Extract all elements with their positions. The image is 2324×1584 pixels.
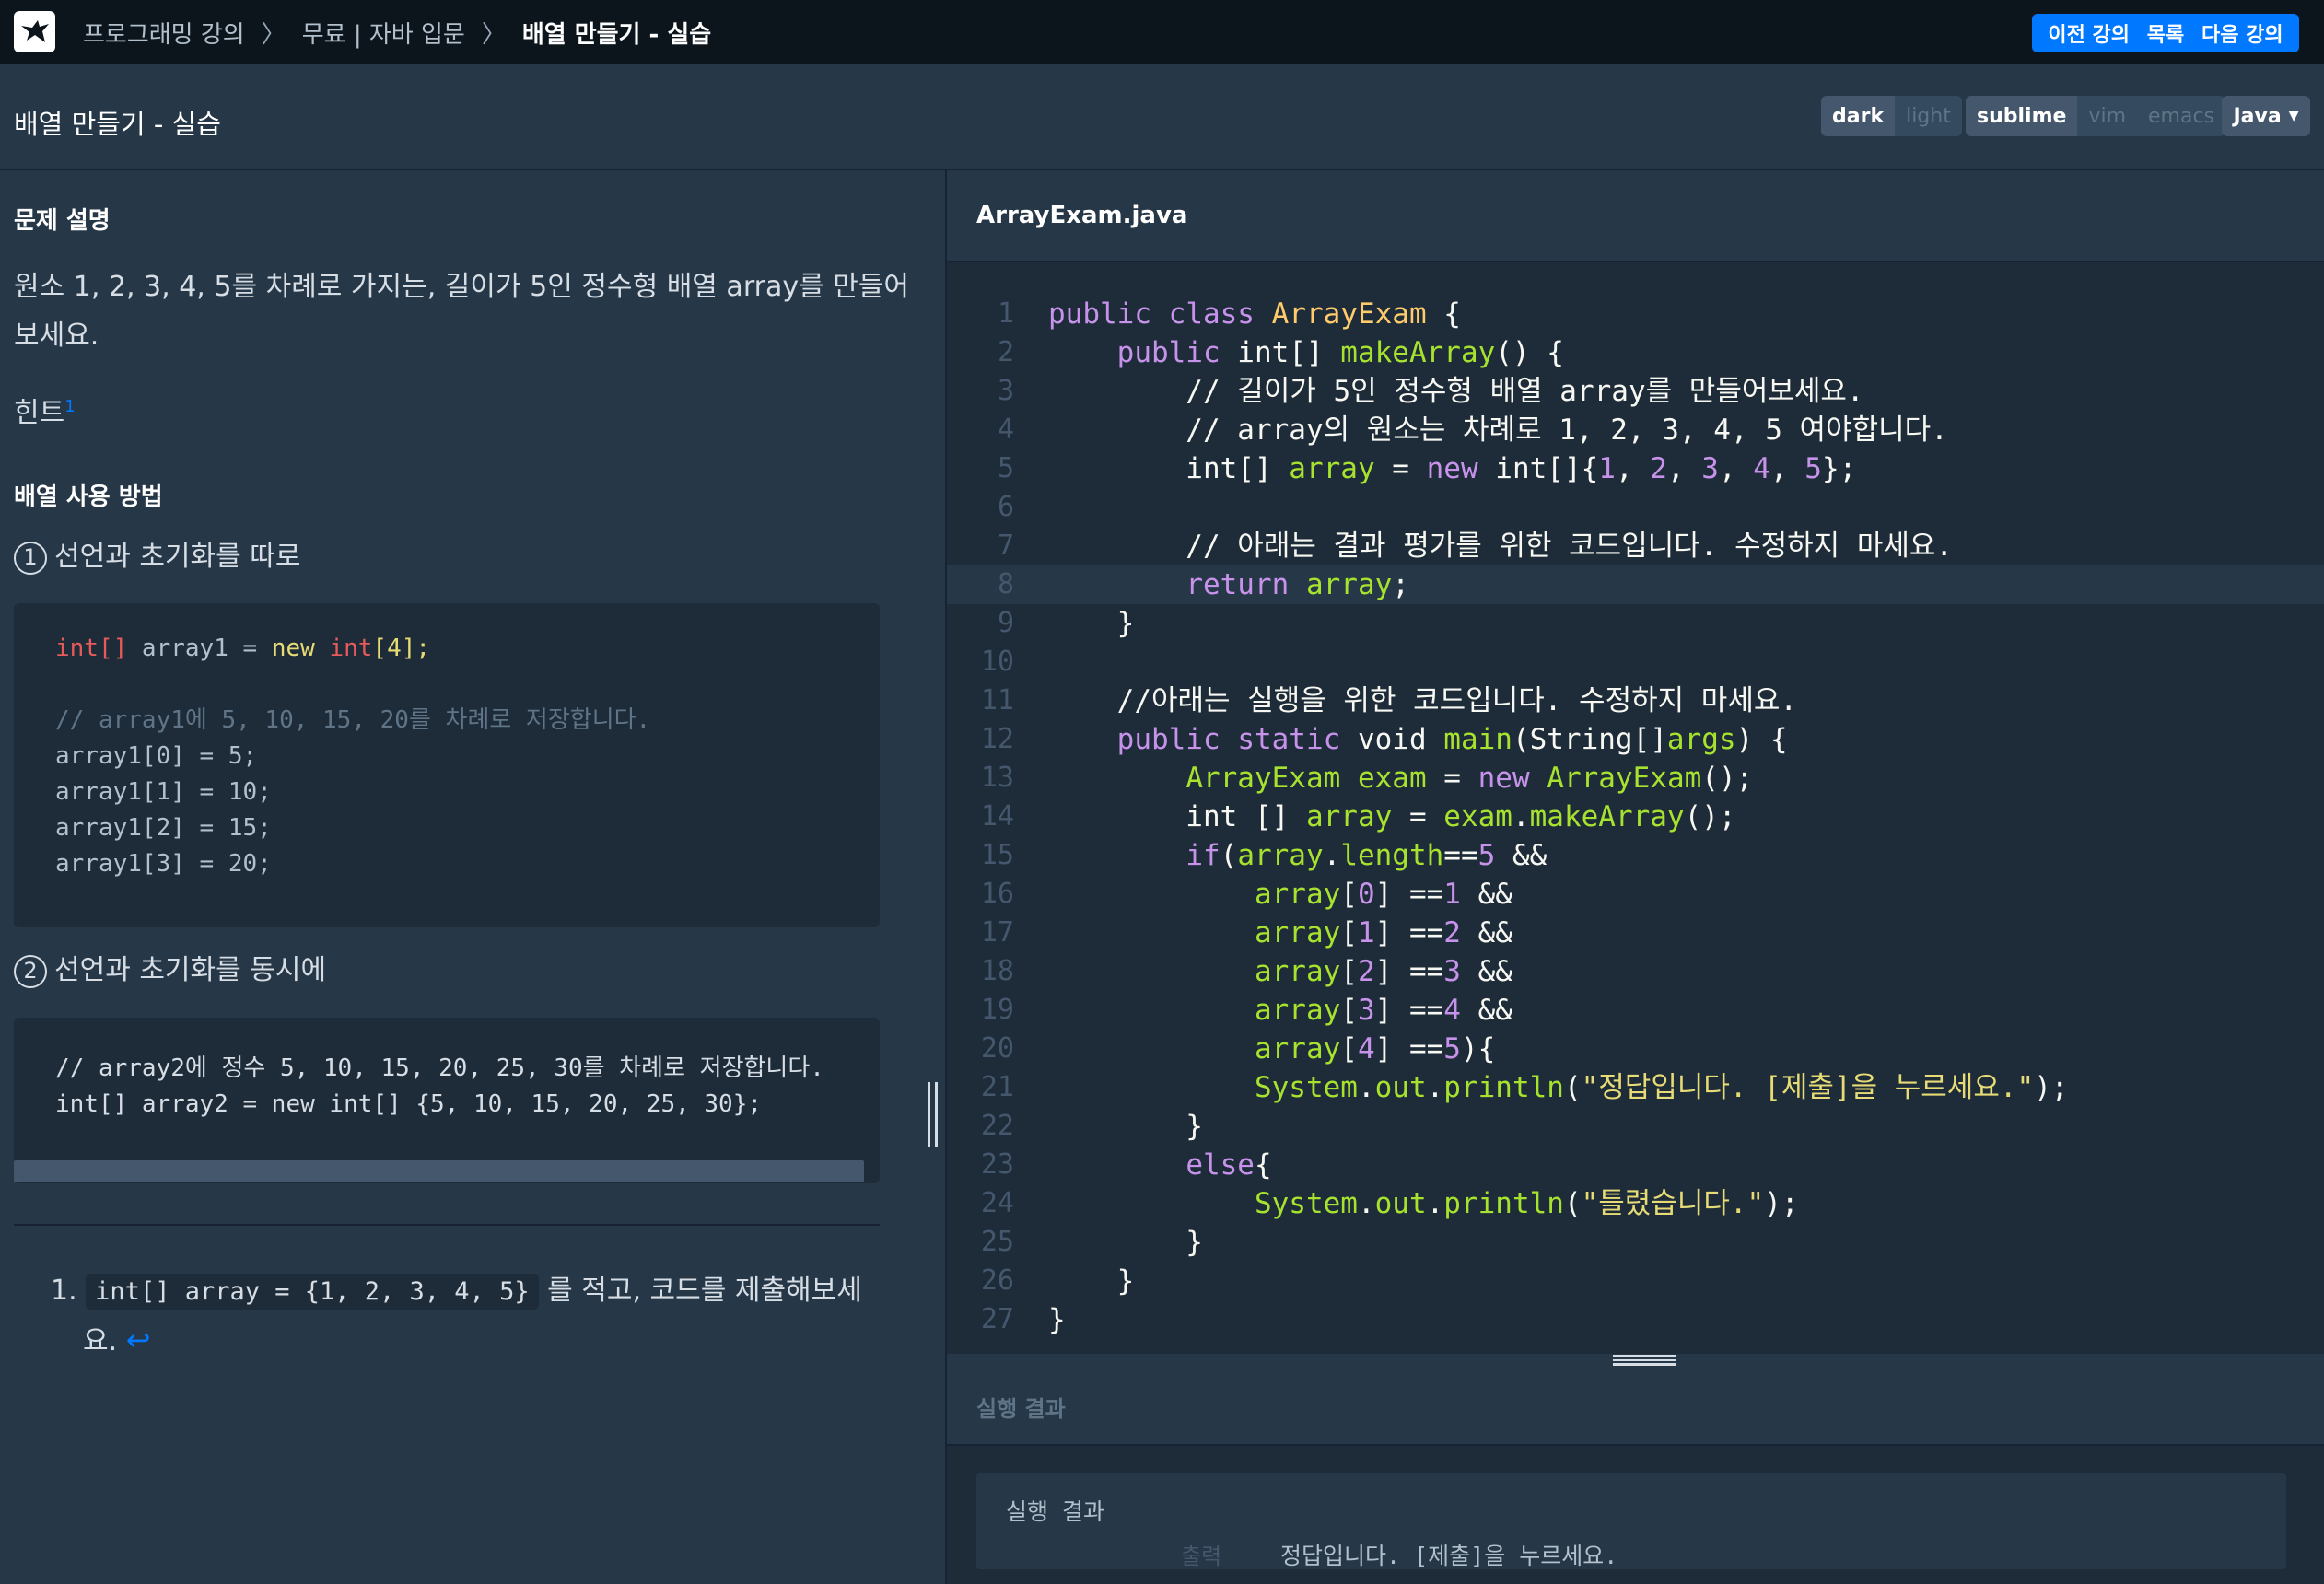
code-line: 11 //아래는 실행을 위한 코드입니다. 수정하지 마세요. xyxy=(980,684,1798,717)
editor-resize-handle[interactable] xyxy=(947,1349,2324,1377)
caret-down-icon: ▼ xyxy=(2288,109,2299,123)
step-number-badge: 1 xyxy=(14,541,47,575)
page-title: 배열 만들기 - 실습 xyxy=(14,109,221,140)
hint: 힌트1 xyxy=(14,397,76,429)
result-title: 실행 결과 xyxy=(976,1396,1066,1422)
output-label: 출력 xyxy=(1181,1543,1222,1569)
keymap-toggle: sublime vim emacs xyxy=(1966,96,2226,136)
footnote-1: 1. int[] array = {1, 2, 3, 4, 5} 를 적고, 코… xyxy=(51,1274,862,1357)
keymap-emacs-button[interactable]: emacs xyxy=(2137,96,2225,136)
drag-grip-icon xyxy=(1613,1355,1676,1366)
return-arrow-icon[interactable]: ↩ xyxy=(126,1322,151,1357)
code-editor[interactable]: 1 public class ArrayExam { 2 public int[]… xyxy=(947,295,2324,1464)
step1-label: 1 선언과 초기화를 따로 xyxy=(14,532,300,581)
editor-panel: ArrayExam.java 1 public class ArrayExam {… xyxy=(947,170,2324,1584)
code-line: 23 else{ xyxy=(980,1148,1272,1182)
theme-dark-button[interactable]: dark xyxy=(1821,96,1896,136)
problem-heading: 문제 설명 xyxy=(14,207,111,235)
output-text: 정답입니다. [제출]을 누르세요. xyxy=(1280,1543,1618,1569)
keymap-sublime-button[interactable]: sublime xyxy=(1966,96,2078,136)
breadcrumb-item-programming[interactable]: 프로그래밍 강의 xyxy=(83,16,245,50)
language-select[interactable]: Java ▼ xyxy=(2222,96,2310,136)
logo-icon[interactable] xyxy=(14,11,55,52)
usage-heading: 배열 사용 방법 xyxy=(14,483,163,511)
result-output-box: 실행 결과 출력 정답입니다. [제출]을 누르세요. xyxy=(976,1473,2286,1569)
code-line: 19 array[3] ==4 && xyxy=(980,994,1512,1027)
result-label: 실행 결과 xyxy=(1006,1498,1105,1525)
lecture-list-button[interactable]: 목록 xyxy=(2147,18,2184,48)
chevron-right-icon: 〉 xyxy=(261,20,286,49)
next-lecture-button[interactable]: 다음 강의 xyxy=(2201,18,2283,48)
problem-panel: 문제 설명 원소 1, 2, 3, 4, 5를 차례로 가지는, 길이가 5인 … xyxy=(0,170,947,1584)
prev-lecture-button[interactable]: 이전 강의 xyxy=(2048,18,2130,48)
step-number-badge: 2 xyxy=(14,954,47,988)
panel-resize-handle[interactable] xyxy=(923,1082,941,1147)
code-example-1: int[] array1 = new int[4]; // array1에 5,… xyxy=(14,603,880,927)
code-line: 13 ArrayExam exam = new ArrayExam(); xyxy=(980,762,1754,795)
hint-footnote-link[interactable]: 1 xyxy=(64,397,75,416)
top-nav: 프로그래밍 강의 〉 무료 | 자바 입문 〉 배열 만들기 - 실습 이전 강… xyxy=(0,0,2324,64)
code-line: 7 // 아래는 결과 평가를 위한 코드입니다. 수정하지 마세요. xyxy=(997,530,1954,563)
code-line: 12 public static void main(String[]args)… xyxy=(980,723,1788,756)
code-line: 24 System.out.println("틀렸습니다."); xyxy=(980,1187,1799,1220)
code-line: 22 } xyxy=(980,1110,1203,1143)
code-line: 5 int[] array = new int[]{1, 2, 3, 4, 5}… xyxy=(997,452,1857,485)
footnote-code: int[] array = {1, 2, 3, 4, 5} xyxy=(86,1274,539,1310)
code-line: 21 System.out.println("정답입니다. [제출]을 누르세요… xyxy=(980,1071,2069,1104)
code-line: 9 } xyxy=(997,607,1135,640)
code-line: 20 array[4] ==5){ xyxy=(980,1032,1496,1066)
code-line: 6 xyxy=(997,491,1014,523)
code-line: 10 xyxy=(980,646,1014,678)
footnote-divider xyxy=(14,1224,880,1226)
code-line: 25 } xyxy=(980,1226,1203,1259)
breadcrumb: 프로그래밍 강의 〉 무료 | 자바 입문 〉 배열 만들기 - 실습 xyxy=(83,0,711,64)
breadcrumb-item-current: 배열 만들기 - 실습 xyxy=(521,20,712,49)
code-example-2: // array2에 정수 5, 10, 15, 20, 25, 30를 차례로… xyxy=(14,1018,880,1183)
code-line: 14 int [] array = exam.makeArray(); xyxy=(980,800,1736,833)
code-horizontal-scrollbar[interactable] xyxy=(14,1160,864,1182)
file-tab[interactable]: ArrayExam.java xyxy=(976,202,1187,229)
problem-description: 원소 1, 2, 3, 4, 5를 차례로 가지는, 길이가 5인 정수형 배열… xyxy=(14,271,910,352)
code-line: 2 public int[] makeArray() { xyxy=(997,336,1564,369)
breadcrumb-item-course[interactable]: 무료 | 자바 입문 xyxy=(302,16,465,50)
code-line: 4 // array의 원소는 차례로 1, 2, 3, 4, 5 여야합니다. xyxy=(997,413,1948,447)
code-line: 17 array[1] ==2 && xyxy=(980,916,1512,949)
code-line: 27} xyxy=(980,1303,1066,1336)
code-line: 26 } xyxy=(980,1264,1135,1298)
code-line: 18 array[2] ==3 && xyxy=(980,955,1512,988)
language-select-value: Java xyxy=(2233,104,2282,128)
step2-label: 2 선언과 초기화를 동시에 xyxy=(14,946,326,995)
code-line-active: 8 return array; xyxy=(947,565,2324,604)
theme-toggle: dark light xyxy=(1821,96,1962,136)
title-bar: 배열 만들기 - 실습 dark light sublime vim emacs… xyxy=(0,64,2324,170)
lecture-nav-group: 이전 강의 목록 다음 강의 xyxy=(2032,14,2299,52)
code-line: 16 array[0] ==1 && xyxy=(980,878,1512,911)
chevron-right-icon: 〉 xyxy=(481,20,506,49)
theme-light-button[interactable]: light xyxy=(1895,96,1962,136)
file-tab-bar: ArrayExam.java xyxy=(947,170,2324,262)
code-line: 1 public class ArrayExam { xyxy=(997,297,1461,331)
keymap-vim-button[interactable]: vim xyxy=(2077,96,2137,136)
code-line: 15 if(array.length==5 && xyxy=(980,839,1547,872)
code-line: 3 // 길이가 5인 정수형 배열 array를 만들어보세요. xyxy=(997,375,1864,408)
